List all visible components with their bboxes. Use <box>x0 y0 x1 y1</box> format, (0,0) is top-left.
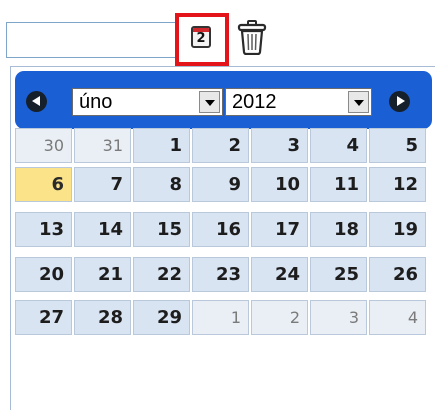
month-select-value: úno <box>79 91 113 113</box>
calendar-header: úno 2012 <box>15 71 432 129</box>
year-dropdown-button[interactable] <box>348 91 369 113</box>
calendar-button[interactable]: 2 <box>175 13 229 66</box>
day-cell[interactable]: 16 <box>192 212 249 247</box>
day-cell[interactable]: 13 <box>15 212 72 247</box>
arrow-left-circle-icon <box>32 96 40 106</box>
day-cell[interactable]: 29 <box>133 300 190 335</box>
day-cell[interactable]: 5 <box>369 128 426 163</box>
day-cell[interactable]: 24 <box>251 257 308 292</box>
day-cell[interactable]: 18 <box>310 212 367 247</box>
prev-month-button[interactable] <box>26 91 47 112</box>
day-cell[interactable]: 9 <box>192 167 249 202</box>
day-cell[interactable]: 27 <box>15 300 72 335</box>
day-cell[interactable]: 3 <box>251 128 308 163</box>
day-cell-other-month[interactable]: 4 <box>369 300 426 335</box>
day-cell[interactable]: 2 <box>192 128 249 163</box>
day-cell-today[interactable]: 6 <box>15 167 72 202</box>
calendar-popup: úno 2012 poútstčtpásone 3031123456789101… <box>10 66 435 410</box>
year-select[interactable]: 2012 <box>225 88 372 116</box>
day-cell-other-month[interactable]: 31 <box>74 128 131 163</box>
day-cell[interactable]: 28 <box>74 300 131 335</box>
day-cell[interactable]: 23 <box>192 257 249 292</box>
day-cell[interactable]: 26 <box>369 257 426 292</box>
day-cell[interactable]: 7 <box>74 167 131 202</box>
day-cell[interactable]: 1 <box>133 128 190 163</box>
chevron-down-icon <box>354 100 364 106</box>
clear-date-button[interactable] <box>236 19 268 56</box>
calendar-icon-number: 2 <box>196 31 206 46</box>
day-cell[interactable]: 22 <box>133 257 190 292</box>
arrow-right-circle-icon <box>397 96 405 106</box>
day-cell-other-month[interactable]: 3 <box>310 300 367 335</box>
day-cell[interactable]: 25 <box>310 257 367 292</box>
calendar-icon: 2 <box>191 26 211 48</box>
year-select-value: 2012 <box>232 91 277 113</box>
day-cell[interactable]: 21 <box>74 257 131 292</box>
day-cell[interactable]: 11 <box>310 167 367 202</box>
date-input[interactable] <box>6 22 176 58</box>
chevron-down-icon <box>205 100 215 106</box>
day-cell-other-month[interactable]: 2 <box>251 300 308 335</box>
day-cell[interactable]: 17 <box>251 212 308 247</box>
day-cell-other-month[interactable]: 30 <box>15 128 72 163</box>
day-cell[interactable]: 14 <box>74 212 131 247</box>
month-select[interactable]: úno <box>72 88 223 116</box>
day-cell[interactable]: 15 <box>133 212 190 247</box>
trash-icon <box>237 20 267 56</box>
day-cell[interactable]: 12 <box>369 167 426 202</box>
month-dropdown-button[interactable] <box>199 91 220 113</box>
day-cell[interactable]: 20 <box>15 257 72 292</box>
day-cell-other-month[interactable]: 1 <box>192 300 249 335</box>
day-cell[interactable]: 8 <box>133 167 190 202</box>
day-cell[interactable]: 4 <box>310 128 367 163</box>
next-month-button[interactable] <box>389 91 410 112</box>
day-cell[interactable]: 10 <box>251 167 308 202</box>
day-cell[interactable]: 19 <box>369 212 426 247</box>
